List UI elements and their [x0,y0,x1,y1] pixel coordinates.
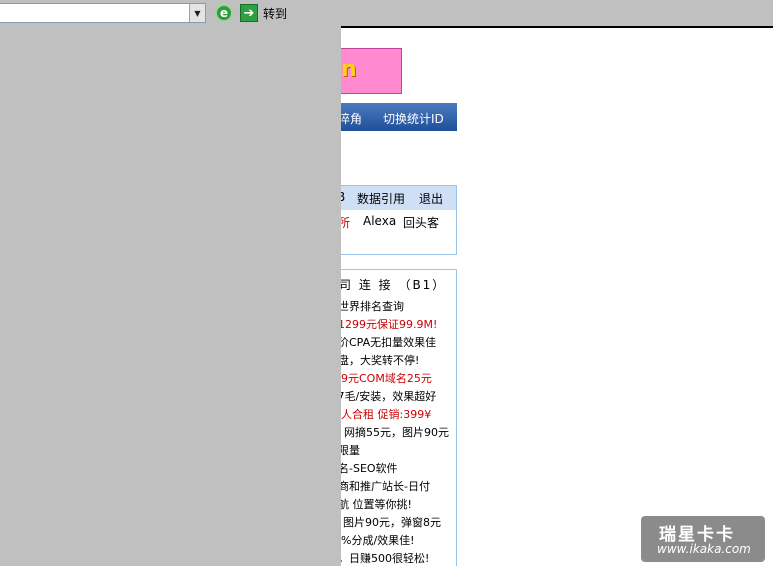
ie-security-icon[interactable]: e [215,4,233,22]
link-item[interactable]: 世界排名查询 [341,298,449,316]
link-item[interactable]: 导航 位置等你挑! [341,496,449,514]
link-item[interactable]: 非名-SEO软件 [341,460,449,478]
menu-item-data-reference[interactable]: 数据引用 [357,190,405,207]
go-button-label[interactable]: 转到 [263,5,287,22]
dropdown-arrow-icon[interactable]: ▼ [189,4,205,22]
link-item[interactable]: 击，日赚500很轻松! [341,550,449,566]
link-item[interactable]: 399元COM域名25元 [341,370,449,388]
go-arrow-icon[interactable]: ➔ [240,4,258,22]
link-item[interactable]: 告商和推广站长-日付 [341,478,449,496]
menu-sub-alexa[interactable]: Alexa [363,214,396,228]
menu-sub-returning[interactable]: 回头客 [403,214,439,231]
ad-links-panel: 司 连 接 （B1） 世界排名查询 独1299元保证99.9M! 告价CPA无扣… [341,269,457,566]
browser-toolbar: ▼ e ➔ 转到 [0,0,773,26]
user-menu: B 数据引用 退出 所 Alexa 回头客 [337,185,457,255]
page-content: n 淬角 切换统计ID B 数据引用 退出 所 Alexa 回头客 司 连 接 … [337,26,773,566]
link-item[interactable]: 图片90元，弹窗8元 [341,514,449,532]
links-title: 司 连 接 （B1） [341,278,447,292]
banner-text: n [341,57,357,82]
link-item[interactable]: 独1299元保证99.9M! [341,316,449,334]
menu-item-logout[interactable]: 退出 [419,190,443,207]
link-item[interactable]: 0.7毛/安装，效果超好 [341,388,449,406]
link-item[interactable]: 不限量 [341,442,449,460]
nav-item-0[interactable]: 淬角 [338,110,362,127]
links-list: 世界排名查询 独1299元保证99.9M! 告价CPA无扣量效果佳 转盘，大奖转… [341,298,449,566]
top-nav: 淬角 切换统计ID [338,103,457,131]
address-combobox[interactable]: ▼ [0,3,206,23]
menu-header: B 数据引用 退出 [337,186,456,210]
site-banner[interactable]: n [341,48,402,94]
link-item[interactable]: 转盘，大奖转不停! [341,352,449,370]
gray-overlay-panel [0,26,341,566]
nav-item-switch-stat-id[interactable]: 切换统计ID [383,110,444,127]
link-item[interactable]: 告价CPA无扣量效果佳 [341,334,449,352]
link-item[interactable]: 20人合租 促销:399¥ [341,406,449,424]
watermark-logo: 瑞星卡卡 www.ikaka.com [641,516,765,562]
link-item[interactable]: 网摘55元，图片90元 [341,424,449,442]
link-item[interactable]: 40%分成/效果佳! [341,532,449,550]
watermark-url: www.ikaka.com [657,542,751,556]
